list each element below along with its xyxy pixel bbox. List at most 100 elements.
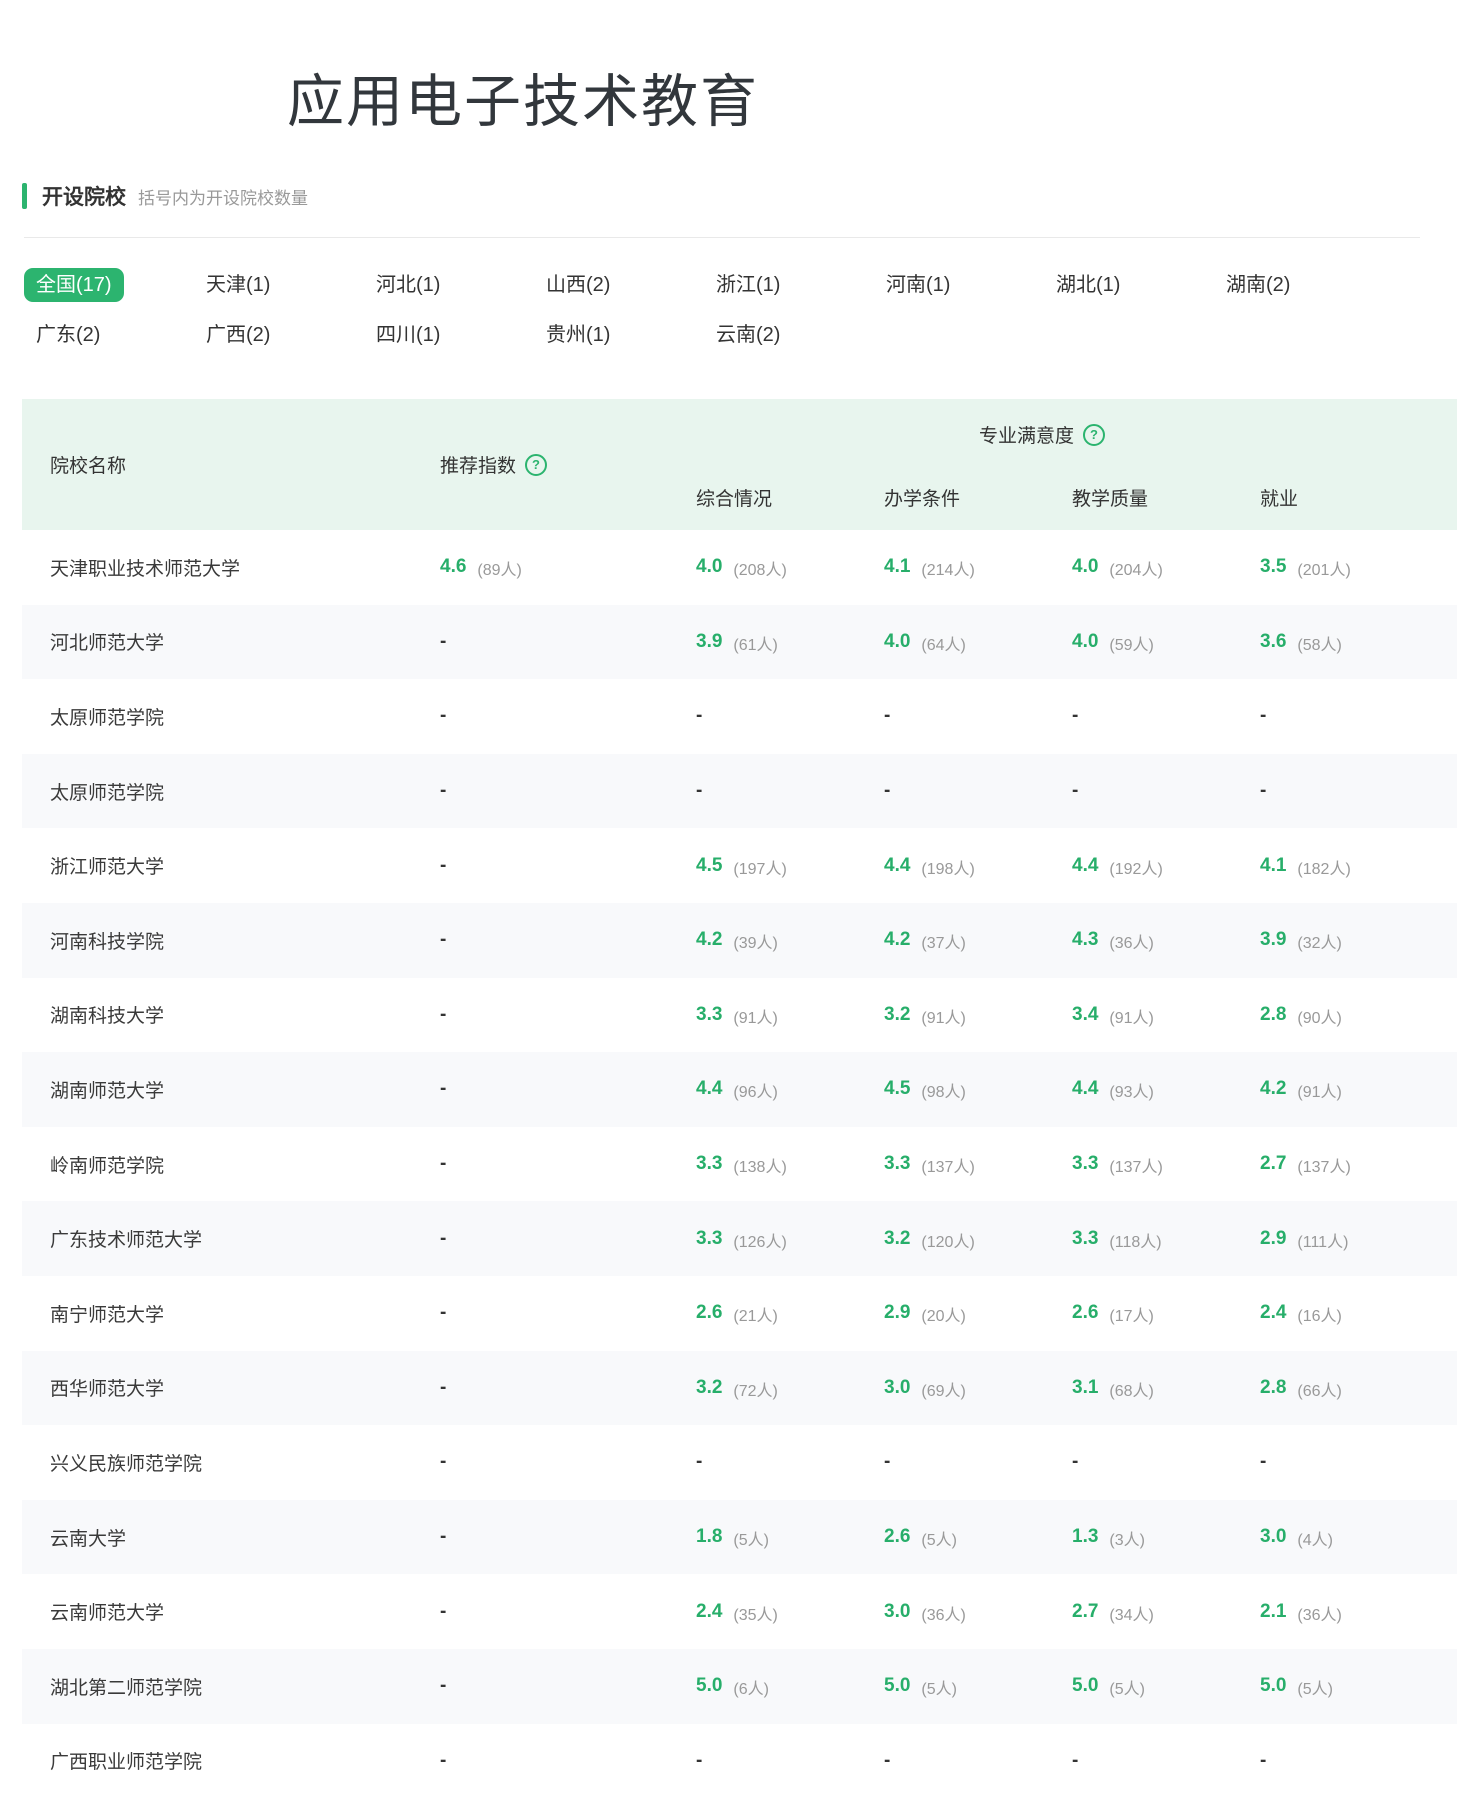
region-tab[interactable]: 四川(1): [364, 318, 452, 352]
metric-count: (91人): [1109, 1009, 1154, 1027]
table-row: 太原师范学院 - - - - -: [22, 753, 1457, 829]
region-tab[interactable]: 河北(1): [364, 268, 452, 302]
school-name[interactable]: 湖南科技大学: [50, 978, 164, 1053]
metric-cell: 2.4 (35人): [696, 1574, 778, 1649]
metric-cell: -: [440, 754, 446, 829]
metric-cell: 3.9 (61人): [696, 605, 778, 680]
help-icon[interactable]: ?: [525, 453, 548, 476]
metric-count: (3人): [1109, 1532, 1145, 1550]
metric-cell: -: [884, 754, 890, 829]
metric-cell: 4.5 (197人): [696, 828, 787, 903]
metric-score: 3.5: [1260, 556, 1287, 578]
region-tab[interactable]: 云南(2): [704, 318, 792, 352]
region-tab[interactable]: 广东(2): [24, 318, 112, 352]
metric-score: 3.3: [884, 1153, 911, 1175]
metric-cell: -: [440, 1574, 446, 1649]
school-name[interactable]: 兴义民族师范学院: [50, 1425, 202, 1500]
school-name[interactable]: 太原师范学院: [50, 679, 164, 754]
school-name[interactable]: 河南科技学院: [50, 903, 164, 978]
school-name[interactable]: 岭南师范学院: [50, 1127, 164, 1202]
metric-count: (58人): [1297, 636, 1342, 654]
metric-cell: 2.8 (90人): [1260, 978, 1342, 1053]
metric-score: 4.1: [1260, 854, 1287, 876]
metric-count: (137人): [1297, 1159, 1351, 1177]
school-name[interactable]: 云南大学: [50, 1500, 126, 1575]
school-name[interactable]: 南宁师范大学: [50, 1276, 164, 1351]
metric-score: 4.6: [440, 556, 467, 578]
school-name[interactable]: 广西职业师范学院: [50, 1724, 202, 1799]
metric-score: 4.2: [696, 929, 723, 951]
region-tab[interactable]: 湖南(2): [1214, 268, 1302, 302]
table-row: 湖南师范大学 - 4.4 (96人) 4.5 (98人) 4.4 (93人) 4.2 (91人): [22, 1052, 1457, 1127]
empty-value-dash: -: [440, 630, 447, 652]
table-row: 湖北第二师范学院 - 5.0 (6人) 5.0 (5人) 5.0 (5人) 5.0 (5人): [22, 1648, 1457, 1724]
empty-value-dash: -: [1260, 780, 1267, 802]
table-row: 云南大学 - 1.8 (5人) 2.6 (5人) 1.3 (3人) 3.0 (4人): [22, 1499, 1457, 1575]
region-tab[interactable]: 浙江(1): [704, 268, 792, 302]
header-satisfaction-label: 专业满意度: [978, 426, 1075, 447]
metric-count: (137人): [921, 1159, 975, 1177]
metric-count: (198人): [921, 860, 975, 878]
metric-score: 3.3: [696, 1153, 723, 1175]
header-metric-overall: 综合情况: [696, 488, 773, 510]
school-name[interactable]: 广东技术师范大学: [50, 1201, 202, 1276]
school-name[interactable]: 西华师范大学: [50, 1351, 164, 1426]
metric-count: (69人): [921, 1382, 966, 1400]
metric-count: (126人): [733, 1233, 787, 1251]
section-subtitle: 括号内为开设院校数量: [138, 188, 308, 208]
section-marker-bar-icon: [22, 183, 27, 209]
school-name[interactable]: 太原师范学院: [50, 754, 164, 829]
region-tab[interactable]: 湖北(1): [1044, 268, 1132, 302]
metric-score: 4.5: [884, 1078, 911, 1100]
metric-cell: 2.4 (16人): [1260, 1276, 1342, 1351]
region-tab[interactable]: 河南(1): [874, 268, 962, 302]
school-name[interactable]: 河北师范大学: [50, 605, 164, 680]
metric-count: (64人): [921, 636, 966, 654]
metric-count: (6人): [733, 1681, 769, 1699]
metric-score: 4.2: [1260, 1078, 1287, 1100]
school-name[interactable]: 云南师范大学: [50, 1574, 164, 1649]
metric-cell: 3.2 (120人): [884, 1201, 975, 1276]
region-tab[interactable]: 贵州(1): [534, 318, 622, 352]
schools-table: 院校名称 推荐指数 ? 专业满意度 ? 综合情况 办学条件 教学质量 就业 天津…: [22, 399, 1457, 1799]
metric-cell: 3.6 (58人): [1260, 605, 1342, 680]
metric-score: 2.1: [1260, 1600, 1287, 1622]
school-name[interactable]: 浙江师范大学: [50, 828, 164, 903]
metric-score: 4.0: [696, 556, 723, 578]
header-metric-teaching: 教学质量: [1072, 488, 1149, 510]
metric-cell: 3.3 (138人): [696, 1127, 787, 1202]
table-row: 南宁师范大学 - 2.6 (21人) 2.9 (20人) 2.6 (17人) 2.4 (16人): [22, 1275, 1457, 1351]
metric-count: (36人): [1109, 935, 1154, 953]
region-tab[interactable]: 山西(2): [534, 268, 622, 302]
metric-score: 5.0: [1260, 1675, 1287, 1697]
header-school-name: 院校名称: [50, 456, 127, 477]
metric-cell: 3.0 (4人): [1260, 1500, 1333, 1575]
metric-cell: 2.6 (17人): [1072, 1276, 1154, 1351]
metric-cell: -: [696, 754, 702, 829]
empty-value-dash: -: [440, 1749, 447, 1771]
metric-cell: 5.0 (5人): [1072, 1649, 1145, 1724]
divider: [24, 237, 1420, 238]
region-tab[interactable]: 全国(17): [24, 268, 124, 302]
metric-score: 2.8: [1260, 1003, 1287, 1025]
region-tab[interactable]: 广西(2): [194, 318, 282, 352]
metric-cell: 3.3 (137人): [884, 1127, 975, 1202]
metric-count: (192人): [1109, 860, 1163, 878]
metric-cell: 3.3 (137人): [1072, 1127, 1163, 1202]
table-row: 兴义民族师范学院 - - - - -: [22, 1425, 1457, 1500]
metric-cell: -: [440, 605, 446, 680]
school-name[interactable]: 湖北第二师范学院: [50, 1649, 202, 1724]
school-name[interactable]: 湖南师范大学: [50, 1052, 164, 1127]
metric-score: 2.7: [1260, 1153, 1287, 1175]
empty-value-dash: -: [884, 1451, 891, 1473]
school-name[interactable]: 天津职业技术师范大学: [50, 530, 240, 605]
help-icon[interactable]: ?: [1083, 423, 1106, 446]
table-row: 云南师范大学 - 2.4 (35人) 3.0 (36人) 2.7 (34人) 2.1 (36人): [22, 1574, 1457, 1649]
table-row: 河北师范大学 - 3.9 (61人) 4.0 (64人) 4.0 (59人) 3.6 (58人): [22, 604, 1457, 680]
metric-cell: 4.4 (96人): [696, 1052, 778, 1127]
metric-score: 3.4: [1072, 1003, 1099, 1025]
empty-value-dash: -: [1260, 1749, 1267, 1771]
metric-cell: 3.5 (201人): [1260, 530, 1351, 605]
metric-score: 4.2: [884, 929, 911, 951]
region-tab[interactable]: 天津(1): [194, 268, 282, 302]
